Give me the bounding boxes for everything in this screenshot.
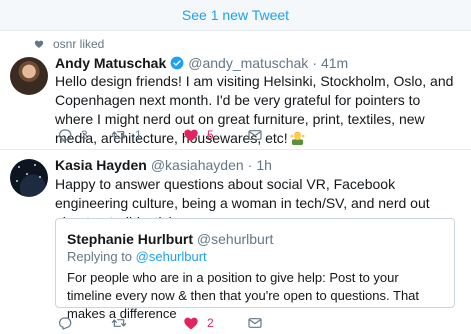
verified-badge-icon — [170, 56, 184, 70]
like-button[interactable]: 5 — [183, 127, 214, 143]
tweet-header: Kasia Hayden @kasiahayden · 1h — [55, 157, 272, 173]
quoted-tweet[interactable]: Stephanie Hurlburt @sehurlburt Replying … — [55, 218, 455, 321]
tweet-actions: 3 1 5 — [57, 127, 277, 143]
quoted-author: Stephanie Hurlburt @sehurlburt — [67, 231, 273, 247]
replying-to-prefix: Replying to — [67, 249, 136, 264]
direct-message-button[interactable] — [247, 127, 263, 143]
social-context: osnr liked — [34, 37, 104, 51]
tweet[interactable]: Kasia Hayden @kasiahayden · 1h Happy to … — [0, 150, 471, 334]
retweet-count: 1 — [135, 128, 142, 142]
author-name[interactable]: Kasia Hayden — [55, 157, 147, 173]
reply-icon — [59, 317, 72, 330]
timestamp[interactable]: 41m — [321, 55, 348, 71]
separator: · — [312, 55, 317, 71]
tweet-header: Andy Matuschak @andy_matuschak · 41m — [55, 55, 348, 71]
heart-filled-icon — [184, 317, 198, 330]
timestamp[interactable]: 1h — [256, 157, 272, 173]
person-shrugging-emoji-icon — [290, 131, 305, 145]
replying-to: Replying to @sehurlburt — [67, 249, 207, 264]
reply-count: 3 — [81, 128, 88, 142]
envelope-icon — [248, 318, 262, 328]
retweet-button[interactable]: 1 — [111, 127, 142, 143]
avatar-detail — [26, 173, 28, 175]
avatar-detail — [34, 164, 36, 166]
avatar-detail — [39, 176, 41, 178]
tweet-actions: 2 — [57, 315, 277, 331]
retweet-button[interactable] — [111, 315, 135, 331]
quoted-author-handle: @sehurlburt — [196, 231, 274, 247]
replying-to-handle[interactable]: @sehurlburt — [136, 249, 207, 264]
like-count: 5 — [207, 128, 214, 142]
separator: · — [247, 157, 253, 173]
quoted-author-name: Stephanie Hurlburt — [67, 231, 194, 247]
avatar-detail — [16, 180, 18, 182]
reply-icon — [59, 129, 72, 142]
timeline: See 1 new Tweet osnr liked Andy Matuscha… — [0, 0, 471, 334]
like-count: 2 — [207, 316, 214, 330]
author-name[interactable]: Andy Matuschak — [55, 55, 166, 71]
retweet-icon — [111, 319, 127, 327]
direct-message-button[interactable] — [247, 315, 263, 331]
social-context-label: osnr liked — [53, 37, 105, 51]
heart-icon — [34, 40, 44, 48]
avatar[interactable] — [10, 159, 48, 197]
avatar-detail — [18, 166, 20, 168]
heart-filled-icon — [184, 129, 198, 142]
retweet-icon — [111, 131, 127, 139]
reply-button[interactable] — [57, 315, 81, 331]
author-handle[interactable]: @kasiahayden — [151, 157, 244, 173]
author-handle[interactable]: @andy_matuschak — [188, 55, 308, 71]
envelope-icon — [248, 130, 262, 140]
avatar[interactable] — [10, 57, 48, 95]
like-button[interactable]: 2 — [183, 315, 214, 331]
tweet[interactable]: osnr liked Andy Matuschak @andy_matuscha… — [0, 31, 471, 150]
see-new-tweets-button[interactable]: See 1 new Tweet — [0, 0, 471, 31]
reply-button[interactable]: 3 — [57, 127, 88, 143]
